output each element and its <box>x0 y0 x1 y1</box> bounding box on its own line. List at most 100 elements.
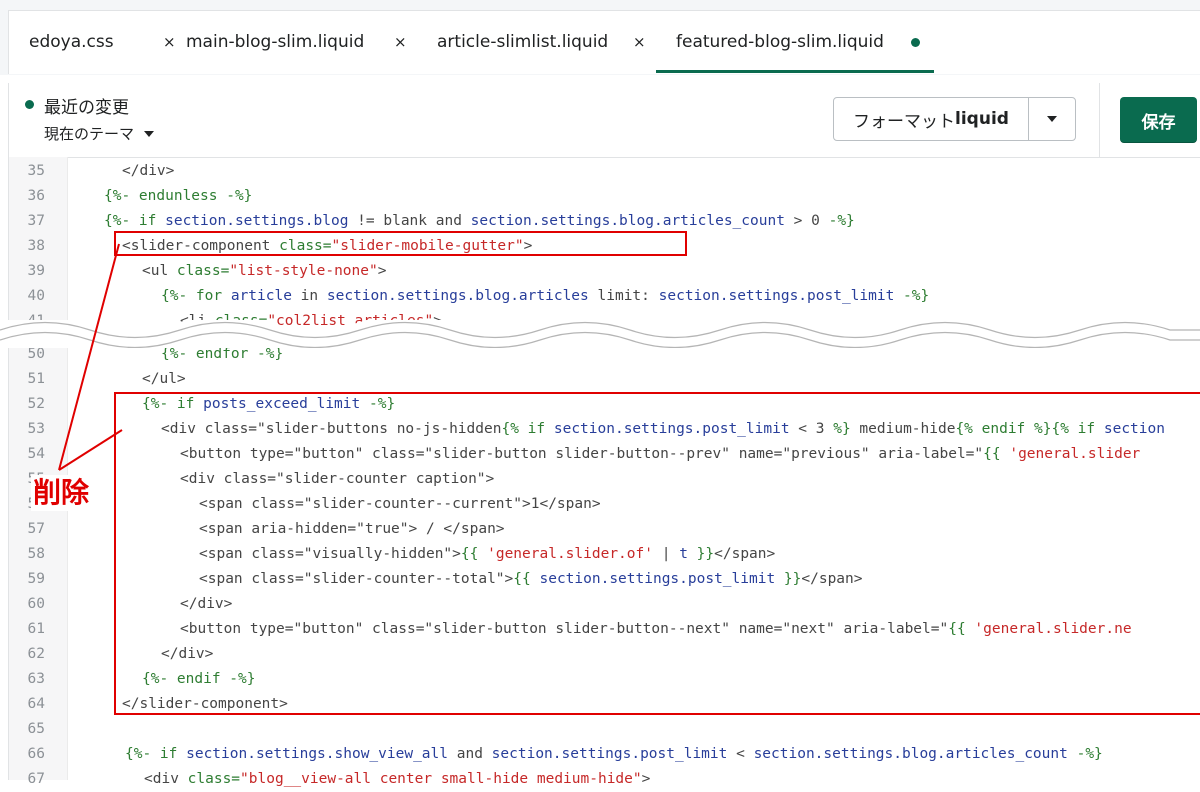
code-line[interactable]: 57 <span aria-hidden="true"> / </span> <box>9 517 1200 542</box>
line-number: 38 <box>27 238 45 254</box>
code-token: <span class="visually-hidden"> <box>199 546 461 562</box>
code-line[interactable]: 51 </ul> <box>9 367 1200 392</box>
editor-header: 最近の変更 現在のテーマ フォーマット liquid 保存 <box>8 83 1200 158</box>
code-token: </div> <box>161 646 214 662</box>
code-line[interactable]: 58 <span class="visually-hidden">{{ 'gene… <box>9 542 1200 567</box>
recent-changes-label: 最近の変更 <box>44 98 129 118</box>
line-number: 40 <box>27 288 45 304</box>
code-token: 'general.slider.ne <box>974 621 1132 637</box>
tab-label: article-slimlist.liquid <box>437 32 609 52</box>
code-token: -%} <box>360 396 396 412</box>
code-token: section <box>1103 421 1165 437</box>
code-token: <button type="button" class="slider-butt… <box>180 621 949 637</box>
code-text: {%- for article in section.settings.blog… <box>161 284 929 309</box>
tab-featured-blog-slim[interactable]: featured-blog-slim.liquid <box>656 11 934 73</box>
tab-main-blog-slim[interactable]: main-blog-slim.liquid × <box>186 11 414 73</box>
code-line[interactable]: 38 <slider-component class="slider-mobile… <box>9 234 1200 259</box>
code-text: {%- endunless -%} <box>104 184 252 209</box>
code-token: <slider-component <box>122 238 280 254</box>
tab-label: edoya.css <box>29 32 114 52</box>
unsaved-dot-icon <box>911 37 920 47</box>
code-line[interactable]: 65 <box>9 717 1200 742</box>
code-token: > <box>523 238 533 254</box>
code-text: </slider-component> <box>122 692 288 717</box>
code-line[interactable]: 59 <span class="slider-counter--total">{{… <box>9 567 1200 592</box>
code-line[interactable]: 35 </div> <box>9 159 1200 184</box>
code-token: section.settings.post_limit <box>539 571 776 587</box>
line-number: 36 <box>27 188 45 204</box>
code-token: </span> <box>801 571 863 587</box>
code-token: section.settings.blog.articles_count <box>753 746 1068 762</box>
code-line[interactable]: 37 {%- if section.settings.blog != blank … <box>9 209 1200 234</box>
caret-down-icon <box>144 130 155 137</box>
close-icon[interactable]: × <box>163 33 176 51</box>
code-text: <ul class="list-style-none"> <box>142 259 386 284</box>
save-button[interactable]: 保存 <box>1120 97 1197 143</box>
code-token: }} <box>775 571 802 587</box>
code-line[interactable]: 60 </div> <box>9 592 1200 617</box>
format-liquid-button[interactable]: フォーマット liquid <box>834 98 1029 140</box>
code-token: {%- endunless -%} <box>104 188 253 204</box>
code-text: <button type="button" class="slider-butt… <box>180 617 1132 642</box>
code-line[interactable]: 52 {%- if posts_exceed_limit -%} <box>9 392 1200 417</box>
code-line[interactable]: 54 <button type="button" class="slider-bu… <box>9 442 1200 467</box>
line-number: 61 <box>27 621 45 637</box>
code-line[interactable]: 39 <ul class="list-style-none"> <box>9 259 1200 284</box>
code-token: t <box>679 546 688 562</box>
format-button-group: フォーマット liquid <box>833 97 1076 141</box>
code-text: {%- endif -%} <box>142 667 256 692</box>
line-number: 57 <box>27 521 45 537</box>
code-line[interactable]: 55<div class="slider-counter caption"> <box>9 467 1200 492</box>
line-number: 54 <box>27 446 45 462</box>
code-text: </div> <box>180 592 232 617</box>
code-line[interactable]: 66 {%- if section.settings.show_view_all … <box>9 742 1200 767</box>
code-token: "blog__view-all center small-hide medium… <box>240 771 642 787</box>
code-token: {%- for <box>161 288 231 304</box>
tab-label: main-blog-slim.liquid <box>186 32 365 52</box>
code-token: <span class="slider-counter--total"> <box>199 571 514 587</box>
code-text: <button type="button" class="slider-butt… <box>180 442 1140 467</box>
tab-edoya-css[interactable]: edoya.css × <box>29 11 179 73</box>
code-token: -%} <box>1067 746 1103 762</box>
code-token: class= <box>279 238 332 254</box>
code-token: section.settings.show_view_all <box>186 746 449 762</box>
code-line[interactable]: 61 <button type="button" class="slider-bu… <box>9 617 1200 642</box>
line-number: 37 <box>27 213 45 229</box>
code-line[interactable]: 40 {%- for article in section.settings.bl… <box>9 284 1200 309</box>
line-number: 39 <box>27 263 45 279</box>
line-number: 53 <box>27 421 45 437</box>
close-icon[interactable]: × <box>394 33 407 51</box>
code-text: </ul> <box>142 367 186 392</box>
format-options-toggle[interactable] <box>1029 98 1075 140</box>
code-token: class= <box>187 771 241 787</box>
code-line[interactable]: 64 </slider-component> <box>9 692 1200 717</box>
code-line[interactable]: 36 {%- endunless -%} <box>9 184 1200 209</box>
code-text: <span aria-hidden="true"> / </span> <box>199 517 505 542</box>
code-text: <span class="slider-counter--total">{{ s… <box>199 567 863 592</box>
theme-select[interactable]: 現在のテーマ <box>44 123 155 144</box>
code-line[interactable]: 63 {%- endif -%} <box>9 667 1200 692</box>
code-text: </div> <box>161 642 213 667</box>
code-text: </div> <box>122 159 174 184</box>
code-line[interactable]: 53 <div class="slider-buttons no-js-hidde… <box>9 417 1200 442</box>
code-token: </div> <box>180 596 233 612</box>
code-token: section.settings.post_limit <box>553 421 790 437</box>
code-token: {% if <box>501 421 554 437</box>
code-text: {%- if section.settings.show_view_all an… <box>125 742 1103 767</box>
code-line[interactable]: 56<span class="slider-counter--current">… <box>9 492 1200 517</box>
code-token: > <box>641 771 651 787</box>
caret-down-icon <box>1047 116 1057 122</box>
tab-article-slimlist[interactable]: article-slimlist.liquid × <box>437 11 652 73</box>
code-token: < <box>727 746 754 762</box>
close-icon[interactable]: × <box>633 33 646 51</box>
code-token: <ul <box>142 263 177 279</box>
code-token: {% endif %}{% if <box>955 421 1104 437</box>
line-number: 63 <box>27 671 45 687</box>
code-text: <span class="visually-hidden">{{ 'genera… <box>199 542 775 567</box>
code-line[interactable]: 62 </div> <box>9 642 1200 667</box>
code-token: <div class="slider-buttons no-js-hidden <box>161 421 502 437</box>
code-editor[interactable]: 35 </div> 36 {%- endunless -%} 37 {%- if sect… <box>8 157 1200 787</box>
code-text: <slider-component class="slider-mobile-g… <box>122 234 532 259</box>
code-token: != blank and <box>348 213 471 229</box>
code-token: <div <box>144 771 188 787</box>
